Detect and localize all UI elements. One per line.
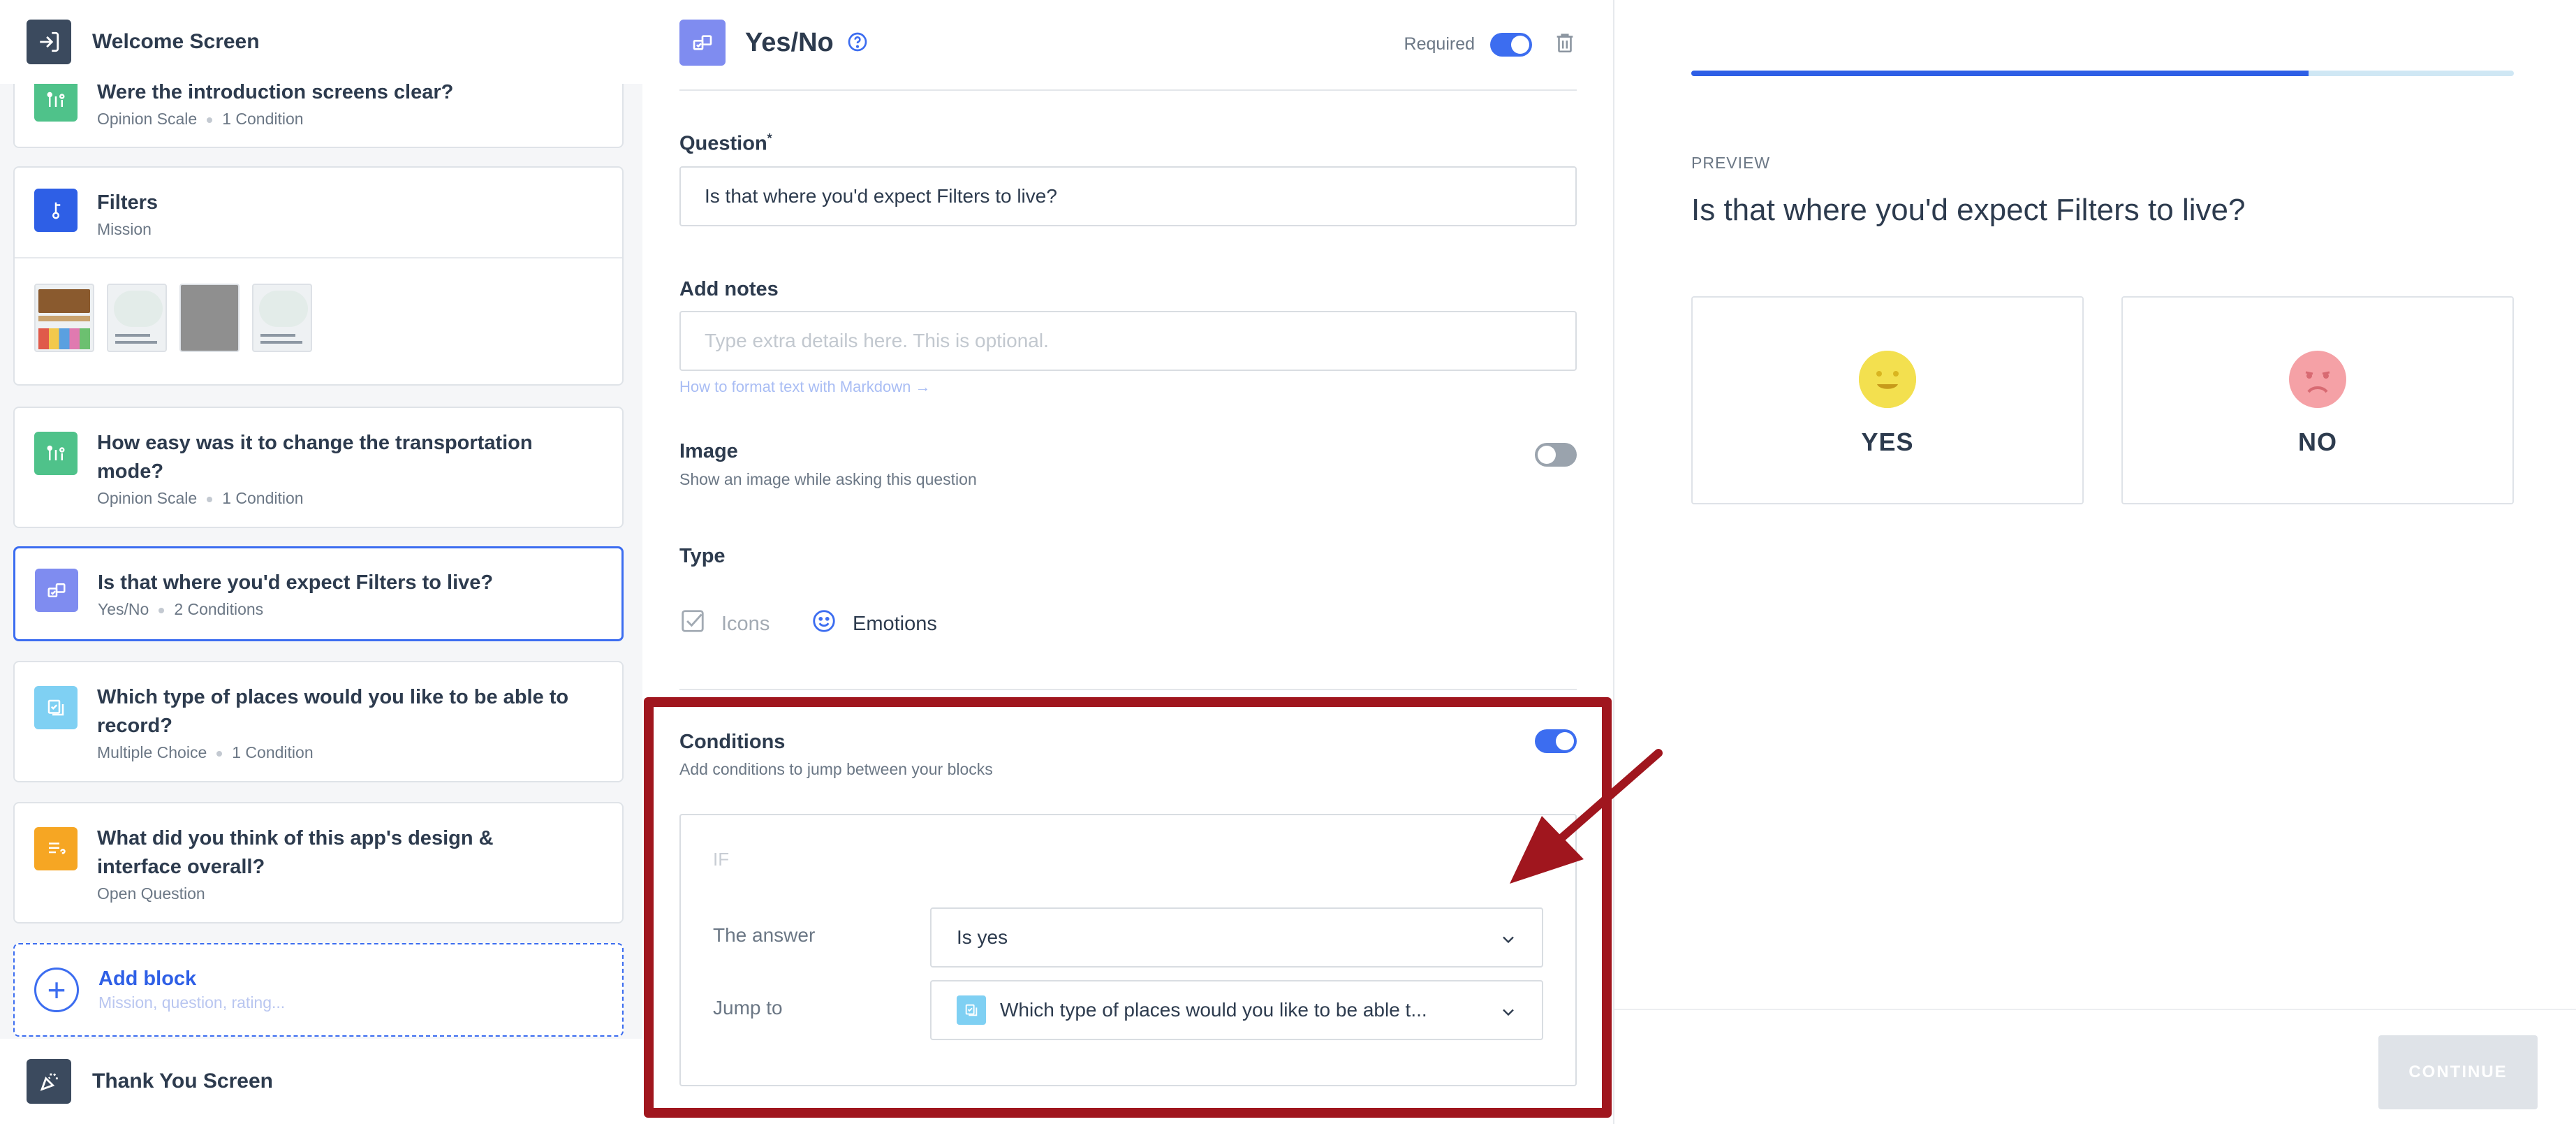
confetti-icon — [27, 1059, 71, 1104]
screen-thumbnail[interactable] — [107, 284, 167, 352]
preview-panel: PREVIEW Is that where you'd expect Filte… — [1613, 0, 2576, 1124]
help-icon[interactable] — [846, 31, 869, 57]
thank-you-screen-item[interactable]: Thank You Screen — [0, 1039, 642, 1124]
required-toggle[interactable] — [1490, 32, 1532, 57]
separator-dot — [159, 607, 165, 613]
image-label: Image — [679, 440, 738, 462]
opinion-scale-icon — [34, 78, 78, 122]
section-divider — [679, 689, 1577, 690]
block-card-design[interactable]: What did you think of this app's design … — [13, 802, 624, 924]
markdown-help-link[interactable]: How to format text with Markdown → — [679, 378, 930, 396]
block-type: Opinion Scale — [97, 489, 198, 507]
preview-footer-divider — [1614, 1009, 2576, 1010]
answer-select-value: Is yes — [957, 926, 1008, 948]
block-type: Multiple Choice — [97, 743, 207, 761]
block-card-filters[interactable]: Filters Mission — [13, 166, 624, 386]
notes-label: Add notes — [679, 278, 779, 300]
required-asterisk: * — [767, 131, 772, 145]
block-conditions: 1 Condition — [232, 743, 314, 761]
block-type: Open Question — [97, 884, 205, 903]
preview-question: Is that where you'd expect Filters to li… — [1691, 193, 2246, 227]
type-option-icons[interactable]: Icons — [679, 608, 770, 640]
mission-icon — [34, 189, 78, 232]
no-choice-label: NO — [2298, 428, 2337, 456]
add-block-subtitle: Mission, question, rating... — [98, 993, 286, 1012]
question-label-text: Question — [679, 132, 767, 155]
opinion-scale-icon — [34, 432, 78, 475]
yes-no-icon — [679, 20, 726, 66]
type-label: Type — [679, 545, 726, 567]
add-block-button[interactable]: + Add block Mission, question, rating... — [13, 943, 624, 1037]
block-title: What did you think of this app's design … — [97, 827, 494, 878]
block-sidebar: Welcome Screen Were the introduction scr… — [0, 0, 642, 1124]
chevron-down-icon — [1499, 930, 1518, 954]
multiple-choice-icon — [957, 995, 986, 1025]
mission-screens — [15, 257, 622, 352]
answer-select[interactable]: Is yes — [930, 907, 1543, 968]
annotation-arrow-icon — [1510, 749, 1663, 884]
welcome-screen-item[interactable]: Welcome Screen — [0, 0, 642, 84]
screen-thumbnail[interactable] — [179, 284, 240, 352]
welcome-screen-label: Welcome Screen — [92, 30, 260, 53]
multiple-choice-icon — [34, 686, 78, 729]
block-conditions: 1 Condition — [222, 110, 304, 128]
preview-label: PREVIEW — [1691, 154, 1771, 172]
conditions-label: Conditions — [679, 731, 786, 753]
conditions-description: Add conditions to jump between your bloc… — [679, 760, 993, 778]
sad-face-icon — [2289, 351, 2346, 408]
required-label: Required — [1404, 34, 1475, 54]
image-description: Show an image while asking this question — [679, 470, 977, 488]
block-conditions: 1 Condition — [222, 489, 304, 507]
block-title: Is that where you'd expect Filters to li… — [98, 571, 494, 594]
type-option-emotions-label: Emotions — [853, 612, 937, 635]
plus-icon: + — [34, 968, 79, 1012]
progress-bar — [1691, 71, 2514, 76]
screen-thumbnail[interactable] — [252, 284, 312, 352]
separator-dot — [207, 117, 213, 123]
add-block-title: Add block — [98, 968, 197, 990]
notes-input[interactable]: Type extra details here. This is optiona… — [679, 311, 1577, 371]
trash-icon[interactable] — [1553, 29, 1577, 59]
block-card-filters-live-selected[interactable]: Is that where you'd expect Filters to li… — [13, 546, 624, 641]
thank-you-screen-label: Thank You Screen — [92, 1070, 273, 1093]
type-option-icons-label: Icons — [721, 612, 770, 635]
chevron-down-icon — [1499, 1002, 1518, 1027]
yes-choice-label: YES — [1861, 428, 1914, 456]
condition-rule-box: IF The answer Is yes Jump to Which type … — [679, 814, 1577, 1086]
block-type-title: Yes/No — [745, 28, 834, 57]
separator-dot — [216, 750, 223, 757]
yes-no-icon — [35, 569, 78, 612]
type-option-emotions[interactable]: Emotions — [811, 608, 937, 640]
progress-bar-fill — [1691, 71, 2309, 76]
block-type: Yes/No — [98, 600, 149, 618]
screen-thumbnail[interactable] — [34, 284, 94, 352]
editor-header: Yes/No Required — [679, 20, 1577, 91]
jump-to-select[interactable]: Which type of places would you like to b… — [930, 980, 1543, 1040]
block-card-transportation[interactable]: How easy was it to change the transporta… — [13, 407, 624, 528]
block-title: Filters — [97, 191, 159, 214]
block-title: Which type of places would you like to b… — [97, 686, 569, 737]
block-title: How easy was it to change the transporta… — [97, 432, 533, 483]
jump-to-select-value: Which type of places would you like to b… — [1000, 999, 1427, 1021]
if-label: IF — [713, 849, 730, 870]
checkbox-icon — [679, 608, 706, 640]
image-toggle[interactable] — [1535, 443, 1577, 467]
block-conditions: 2 Conditions — [174, 600, 264, 618]
enter-icon — [27, 20, 71, 64]
no-choice-card[interactable]: NO — [2121, 296, 2514, 504]
continue-button[interactable]: CONTINUE — [2378, 1035, 2538, 1109]
block-card-places[interactable]: Which type of places would you like to b… — [13, 661, 624, 782]
block-editor: Yes/No Required Question* Is that where … — [642, 0, 1613, 1124]
happy-face-icon — [1859, 351, 1916, 408]
block-type: Opinion Scale — [97, 110, 198, 128]
yes-choice-card[interactable]: YES — [1691, 296, 2084, 504]
question-label: Question* — [679, 131, 772, 156]
jump-to-label: Jump to — [713, 997, 783, 1019]
answer-label: The answer — [713, 924, 816, 946]
open-question-icon — [34, 827, 78, 870]
separator-dot — [207, 496, 213, 502]
smiley-icon — [811, 608, 837, 640]
question-input[interactable]: Is that where you'd expect Filters to li… — [679, 166, 1577, 226]
block-type: Mission — [97, 220, 152, 238]
